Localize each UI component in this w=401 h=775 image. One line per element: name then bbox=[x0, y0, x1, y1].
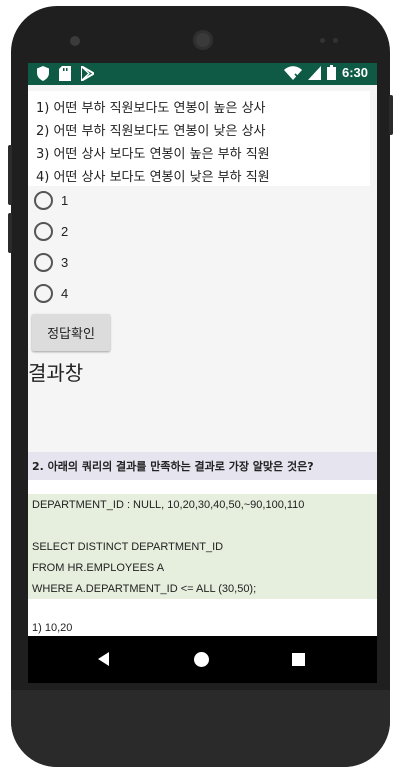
question-webview[interactable]: 2. 아래의 쿼리의 결과를 만족하는 결과로 가장 알맞은 것은? DEPAR… bbox=[28, 452, 377, 636]
app-content: 1) 어떤 부하 직원보다도 연봉이 높은 상사 2) 어떤 부하 직원보다도 … bbox=[28, 85, 377, 636]
back-icon[interactable] bbox=[98, 652, 109, 666]
volume-button bbox=[8, 145, 12, 205]
code-line-3: SELECT DISTINCT DEPARTMENT_ID bbox=[32, 541, 224, 553]
recent-apps-icon[interactable] bbox=[292, 653, 305, 666]
sd-card-icon bbox=[59, 66, 71, 81]
light-sensor bbox=[333, 38, 338, 43]
screen: 6:30 1) 어떤 부하 직원보다도 연봉이 높은 상사 2) 어떤 부하 직… bbox=[28, 63, 377, 683]
battery-icon bbox=[326, 65, 336, 80]
radio-option-3[interactable]: 3 bbox=[34, 253, 68, 272]
radio-button[interactable] bbox=[34, 284, 53, 303]
answer-option-1: 1) 10,20 bbox=[32, 622, 73, 634]
front-camera bbox=[70, 36, 80, 46]
radio-button[interactable] bbox=[34, 222, 53, 241]
phone-chin bbox=[11, 690, 390, 767]
radio-label: 4 bbox=[61, 286, 69, 301]
code-line-5: WHERE A.DEPARTMENT_ID <= ALL (30,50); bbox=[32, 583, 257, 595]
code-line-1: DEPARTMENT_ID : NULL, 10,20,30,40,50,~90… bbox=[32, 499, 305, 511]
status-bar: 6:30 bbox=[28, 63, 377, 85]
radio-option-4[interactable]: 4 bbox=[34, 284, 68, 303]
wifi-icon bbox=[283, 65, 302, 80]
proximity-sensor bbox=[320, 38, 325, 43]
shield-icon bbox=[37, 66, 49, 81]
question-header: 2. 아래의 쿼리의 결과를 만족하는 결과로 가장 알맞은 것은? bbox=[28, 452, 377, 480]
radio-label: 3 bbox=[61, 255, 69, 270]
result-title: 결과창 bbox=[28, 361, 84, 385]
home-icon[interactable] bbox=[194, 652, 209, 667]
power-button-left bbox=[8, 213, 12, 253]
radio-label: 1 bbox=[61, 193, 69, 208]
signal-icon bbox=[307, 65, 321, 80]
earpiece-speaker bbox=[193, 30, 213, 50]
option-text-4: 4) 어떤 상사 보다도 연봉이 낮은 부하 직원 bbox=[36, 170, 270, 185]
option-list: 1) 어떤 부하 직원보다도 연봉이 높은 상사 2) 어떤 부하 직원보다도 … bbox=[28, 91, 370, 186]
power-button-right bbox=[389, 95, 393, 135]
play-store-icon bbox=[81, 66, 94, 81]
check-answer-button[interactable]: 정답확인 bbox=[32, 314, 110, 351]
radio-option-2[interactable]: 2 bbox=[34, 222, 68, 241]
clock: 6:30 bbox=[341, 65, 368, 80]
radio-option-1[interactable]: 1 bbox=[34, 191, 68, 210]
radio-label: 2 bbox=[61, 224, 69, 239]
question-text: 2. 아래의 쿼리의 결과를 만족하는 결과로 가장 알맞은 것은? bbox=[32, 460, 314, 473]
code-block: DEPARTMENT_ID : NULL, 10,20,30,40,50,~90… bbox=[28, 494, 377, 599]
navigation-bar bbox=[28, 636, 377, 683]
code-line-4: FROM HR.EMPLOYEES A bbox=[32, 562, 165, 574]
option-text-3: 3) 어떤 상사 보다도 연봉이 높은 부하 직원 bbox=[36, 147, 270, 162]
option-text-2: 2) 어떤 부하 직원보다도 연봉이 낮은 상사 bbox=[36, 124, 266, 139]
option-text-1: 1) 어떤 부하 직원보다도 연봉이 높은 상사 bbox=[36, 101, 266, 116]
radio-button[interactable] bbox=[34, 253, 53, 272]
radio-button[interactable] bbox=[34, 191, 53, 210]
